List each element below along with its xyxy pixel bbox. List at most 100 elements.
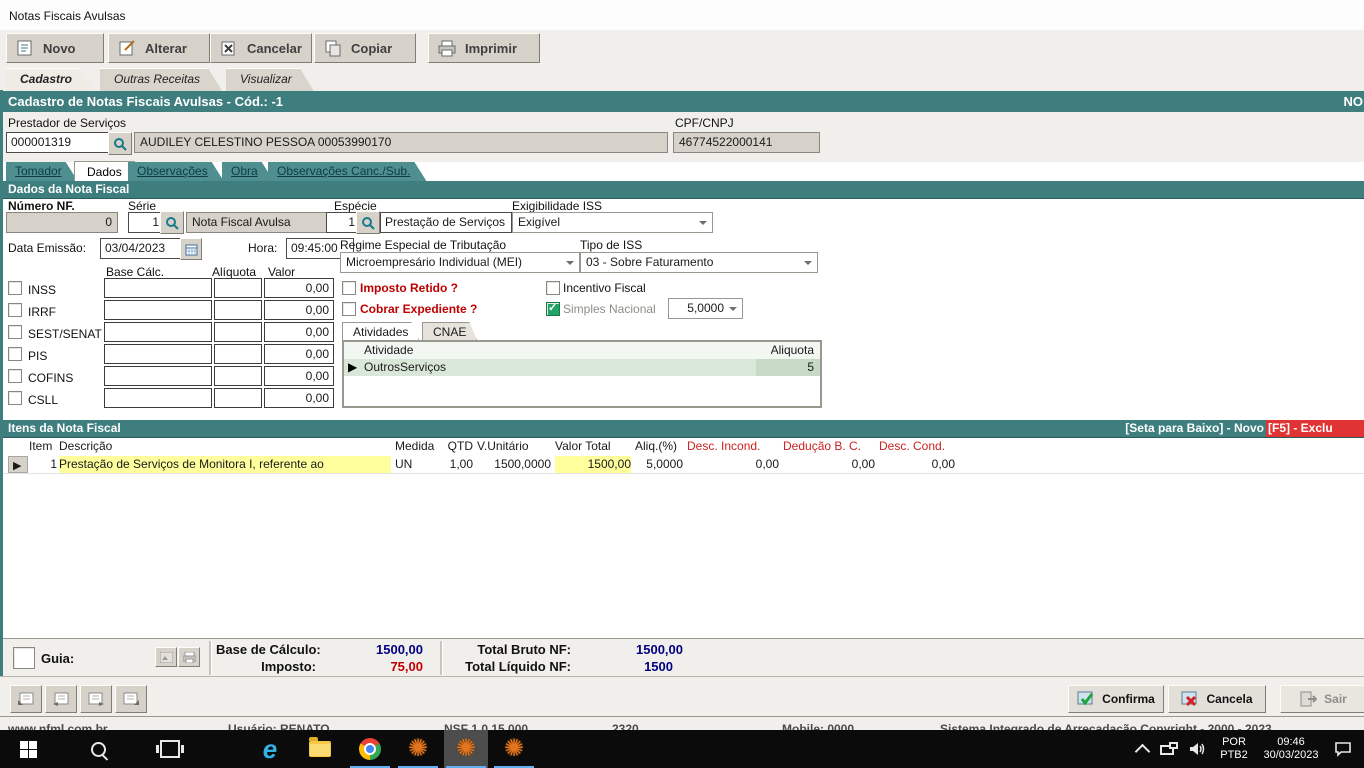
guia-print-button[interactable]	[178, 647, 200, 667]
inss-aliquota-input[interactable]	[214, 278, 262, 298]
novo-button[interactable]: Novo	[6, 33, 104, 63]
nav-previous-button[interactable]	[45, 685, 77, 713]
taskbar-app1-button[interactable]: ✺	[396, 730, 440, 768]
taskbar-app3-button[interactable]: ✺	[492, 730, 536, 768]
imprimir-button[interactable]: Imprimir	[428, 33, 540, 63]
especie-input[interactable]: 1	[326, 212, 360, 233]
taskbar-app2-button-active[interactable]: ✺	[444, 730, 488, 768]
tab-outras-receitas[interactable]: Outras Receitas	[100, 68, 222, 91]
cobrar-expediente-checkbox[interactable]	[342, 302, 356, 316]
tab-tomador[interactable]: Tomador	[6, 162, 78, 181]
task-view-button[interactable]	[150, 730, 190, 768]
alterar-button[interactable]: Alterar	[108, 33, 210, 63]
divider	[209, 641, 212, 675]
taskbar-explorer-button[interactable]	[300, 730, 340, 768]
tab-observacoes[interactable]: Observações	[128, 162, 224, 181]
prestador-search-button[interactable]	[108, 132, 132, 155]
tray-clock[interactable]: 09:46 30/03/2023	[1256, 730, 1326, 768]
col-descricao: Descrição	[59, 438, 391, 455]
col-valor-total: Valor Total	[555, 438, 631, 455]
dados-section-title: Dados da Nota Fiscal	[8, 181, 129, 198]
tab-cadastro[interactable]: Cadastro	[6, 68, 94, 91]
tab-atividades[interactable]: Atividades	[342, 322, 419, 341]
tipo-iss-select[interactable]: 03 - Sobre Faturamento	[580, 252, 818, 273]
irrf-valor-input[interactable]: 0,00	[264, 300, 334, 320]
nav-first-button[interactable]	[10, 685, 42, 713]
guia-preview-button[interactable]	[155, 647, 177, 667]
sest-senat-base-input[interactable]	[104, 322, 212, 342]
confirma-button[interactable]: Confirma	[1068, 685, 1164, 713]
prestador-code-input[interactable]: 000001319	[6, 132, 110, 153]
inss-valor-input[interactable]: 0,00	[264, 278, 334, 298]
atividades-table-header: Atividade Aliquota	[344, 342, 820, 360]
csll-checkbox[interactable]	[8, 391, 22, 405]
start-button[interactable]	[8, 730, 48, 768]
calendar-button[interactable]	[180, 238, 202, 260]
serie-search-button[interactable]	[160, 211, 184, 234]
col-desc-incond: Desc. Incond.	[687, 438, 779, 455]
taskbar-chrome-button[interactable]	[348, 730, 392, 768]
atividade-row[interactable]: ▶ OutrosServiços 5	[344, 359, 820, 376]
regime-select[interactable]: Microempresário Individual (MEI)	[340, 252, 580, 273]
sest-senat-valor-input[interactable]: 0,00	[264, 322, 334, 342]
atividade-aliquota-cell: 5	[756, 359, 820, 376]
imposto-retido-checkbox[interactable]	[342, 281, 356, 295]
pis-base-input[interactable]	[104, 344, 212, 364]
sair-button[interactable]: Sair	[1280, 685, 1364, 713]
serie-input[interactable]: 1	[128, 212, 164, 233]
current-row-arrow-icon: ▶	[13, 458, 21, 473]
tab-observacoes-canc-sub[interactable]: Observações Canc./Sub.	[268, 162, 426, 181]
data-emissao-input[interactable]: 03/04/2023	[100, 238, 182, 259]
inss-checkbox[interactable]	[8, 281, 22, 295]
cofins-checkbox[interactable]	[8, 369, 22, 383]
taskbar-ie-button[interactable]: e	[250, 730, 290, 768]
col-deducao-bc: Dedução B. C.	[783, 438, 875, 455]
sest-senat-aliquota-input[interactable]	[214, 322, 262, 342]
guia-checkbox[interactable]	[13, 647, 35, 669]
nav-next-button[interactable]	[80, 685, 112, 713]
task-view-icon	[160, 740, 180, 758]
csll-valor-input[interactable]: 0,00	[264, 388, 334, 408]
item-desc-incond-cell: 0,00	[687, 456, 779, 473]
tab-cnae[interactable]: CNAE	[422, 322, 477, 341]
total-bruto-value: 1500,00	[578, 642, 683, 657]
csll-aliquota-input[interactable]	[214, 388, 262, 408]
irrf-checkbox[interactable]	[8, 303, 22, 317]
cancela-button[interactable]: Cancela	[1168, 685, 1266, 713]
nav-last-button[interactable]	[115, 685, 147, 713]
pis-checkbox[interactable]	[8, 347, 22, 361]
sest-senat-checkbox[interactable]	[8, 325, 22, 339]
exigibilidade-select[interactable]: Exigível	[512, 212, 713, 233]
numero-nf-label: Número NF.	[8, 199, 75, 213]
item-aliq-cell: 5,0000	[635, 456, 683, 473]
irrf-aliquota-input[interactable]	[214, 300, 262, 320]
simples-nacional-checkbox[interactable]	[546, 302, 560, 316]
tray-volume-button[interactable]	[1184, 730, 1212, 768]
cofins-aliquota-input[interactable]	[214, 366, 262, 386]
csll-base-input[interactable]	[104, 388, 212, 408]
tab-obra[interactable]: Obra	[222, 162, 274, 181]
tray-show-hidden-button[interactable]	[1130, 730, 1154, 768]
edit-document-icon	[117, 39, 137, 57]
tray-network-button[interactable]	[1156, 730, 1182, 768]
irrf-base-input[interactable]	[104, 300, 212, 320]
cancelar-button[interactable]: Cancelar	[210, 33, 312, 63]
copiar-button[interactable]: Copiar	[314, 33, 416, 63]
clock-time: 09:46	[1277, 736, 1305, 749]
item-row[interactable]: ▶ 1 Prestação de Serviços de Monitora I,…	[3, 456, 1364, 474]
simples-aliquota-select[interactable]: 5,0000	[668, 298, 743, 319]
tab-dados[interactable]: Dados	[74, 161, 135, 182]
action-center-button[interactable]	[1328, 730, 1358, 768]
taskbar-search-button[interactable]	[80, 730, 116, 768]
especie-search-button[interactable]	[356, 211, 380, 234]
tray-language-indicator[interactable]: POR PTB2	[1212, 730, 1256, 768]
cofins-base-input[interactable]	[104, 366, 212, 386]
col-aliq: Aliq.(%)	[635, 438, 683, 455]
tab-visualizar[interactable]: Visualizar	[226, 68, 314, 91]
cofins-valor-input[interactable]: 0,00	[264, 366, 334, 386]
inss-base-input[interactable]	[104, 278, 212, 298]
pis-valor-input[interactable]: 0,00	[264, 344, 334, 364]
incentivo-fiscal-checkbox[interactable]	[546, 281, 560, 295]
pis-aliquota-input[interactable]	[214, 344, 262, 364]
itens-section-title: Itens da Nota Fiscal	[8, 420, 121, 437]
